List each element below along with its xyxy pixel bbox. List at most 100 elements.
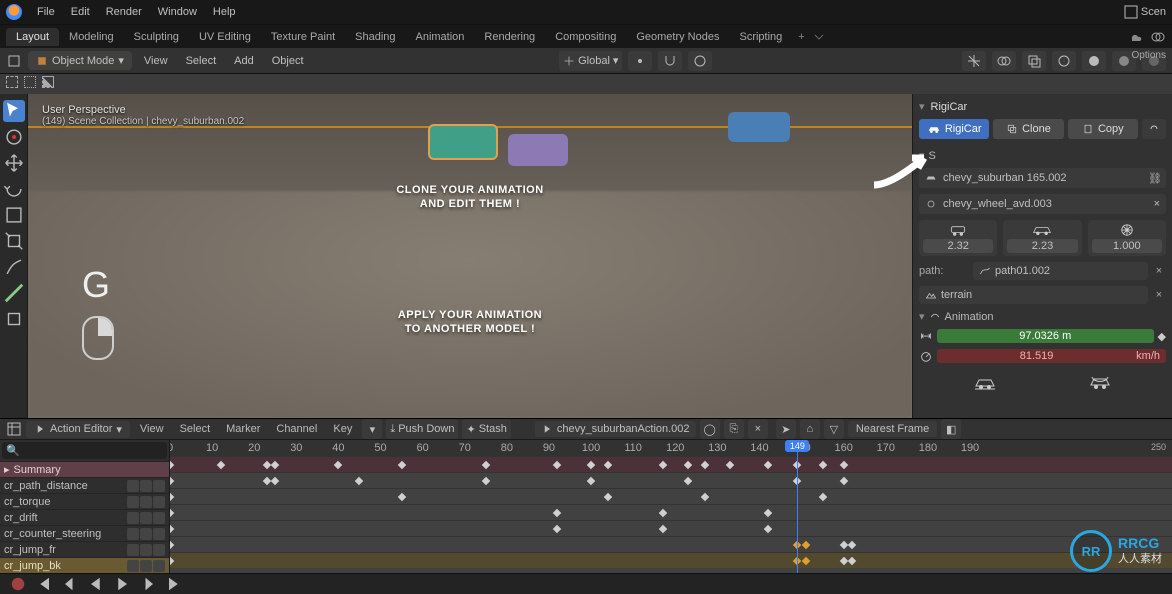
tool-measure[interactable] xyxy=(3,282,25,304)
header-menu-select[interactable]: Select xyxy=(180,53,223,69)
keyframe[interactable] xyxy=(587,460,595,468)
chain-icon[interactable]: ⛓ xyxy=(1148,172,1160,184)
tool-add-cube[interactable] xyxy=(3,308,25,330)
channel-torque[interactable]: cr_torque xyxy=(0,493,169,509)
channel-summary[interactable]: ▸Summary xyxy=(0,461,169,477)
tool-transform[interactable] xyxy=(3,230,25,252)
show-gizmo-button[interactable] xyxy=(962,51,986,71)
tab-geometry-nodes[interactable]: Geometry Nodes xyxy=(626,28,729,46)
keyframe[interactable] xyxy=(658,460,666,468)
distance-value[interactable]: 97.0326 m xyxy=(937,329,1154,343)
keyframe[interactable] xyxy=(802,556,810,564)
speed-bar[interactable]: 81.519 km/h xyxy=(937,349,1166,363)
keyframe[interactable] xyxy=(170,524,174,532)
track-row[interactable] xyxy=(170,536,1172,552)
channel-search[interactable]: 🔍 xyxy=(2,442,167,459)
tool-annotate[interactable] xyxy=(3,256,25,278)
auto-keying-button[interactable] xyxy=(8,574,28,594)
menu-help[interactable]: Help xyxy=(206,4,243,20)
snap-mode[interactable]: Nearest Frame xyxy=(848,421,937,437)
keyframe[interactable] xyxy=(170,556,174,564)
car-blue[interactable] xyxy=(728,112,790,142)
select-box-icon[interactable] xyxy=(24,76,36,88)
path-field[interactable]: path01.002 xyxy=(973,262,1148,280)
dope-menu-view[interactable]: View xyxy=(134,421,170,437)
new-action-button[interactable]: ⎘ xyxy=(724,419,744,439)
tab-uv-editing[interactable]: UV Editing xyxy=(189,28,261,46)
keyframe[interactable] xyxy=(700,492,708,500)
tool-scale[interactable] xyxy=(3,204,25,226)
terrain-field[interactable]: terrain xyxy=(919,286,1148,304)
keyframe[interactable] xyxy=(818,492,826,500)
only-selected-button[interactable]: ➤ xyxy=(776,419,796,439)
frame-ruler[interactable]: 0102030405060708090100110120130140150160… xyxy=(170,440,1172,456)
keyframe[interactable] xyxy=(848,556,856,564)
keyframe[interactable] xyxy=(839,460,847,468)
filter-funnel-button[interactable]: ▽ xyxy=(824,419,844,439)
channel-jump-fr[interactable]: cr_jump_fr xyxy=(0,541,169,557)
menu-window[interactable]: Window xyxy=(151,4,204,20)
unlink-action-button[interactable]: × xyxy=(748,419,768,439)
keyframe[interactable] xyxy=(587,476,595,484)
rigicar-main-button[interactable]: RigiCar xyxy=(919,119,989,139)
mode-selector[interactable]: Object Mode ▾ xyxy=(28,51,132,70)
cloud-icon[interactable] xyxy=(1128,29,1144,45)
editor-type-icon[interactable] xyxy=(6,53,22,69)
keyframe[interactable] xyxy=(839,476,847,484)
keyframe[interactable] xyxy=(604,492,612,500)
keyframe[interactable] xyxy=(397,492,405,500)
clear-terrain-button[interactable]: × xyxy=(1152,289,1166,301)
keyframe[interactable] xyxy=(764,508,772,516)
play-reverse-button[interactable] xyxy=(86,574,106,594)
keyframe[interactable] xyxy=(553,460,561,468)
keyframe-next-button[interactable] xyxy=(138,574,158,594)
keyframe[interactable] xyxy=(334,460,342,468)
mute-icon[interactable] xyxy=(153,480,165,492)
channel-counter-steering[interactable]: cr_counter_steering xyxy=(0,525,169,541)
tab-scripting[interactable]: Scripting xyxy=(729,28,792,46)
val-3[interactable]: 1.000 xyxy=(1092,239,1162,253)
car-selected[interactable] xyxy=(428,124,498,160)
scene-name[interactable]: Scen xyxy=(1141,6,1166,18)
snap-button[interactable] xyxy=(658,51,682,71)
tab-modeling[interactable]: Modeling xyxy=(59,28,124,46)
keyframe[interactable] xyxy=(553,508,561,516)
keyframe[interactable] xyxy=(764,460,772,468)
header-menu-view[interactable]: View xyxy=(138,53,174,69)
keyframe[interactable] xyxy=(726,460,734,468)
keyframe[interactable] xyxy=(170,540,174,548)
action-name-field[interactable]: chevy_suburbanAction.002 xyxy=(535,421,696,437)
dope-menu-channel[interactable]: Channel xyxy=(270,421,323,437)
keyframe[interactable] xyxy=(170,508,174,516)
track-row[interactable] xyxy=(170,552,1172,568)
keyframe[interactable] xyxy=(397,460,405,468)
keyframe[interactable] xyxy=(271,476,279,484)
car-suspension-icon[interactable] xyxy=(1088,373,1112,391)
jump-start-button[interactable] xyxy=(34,574,54,594)
keyframe[interactable] xyxy=(802,540,810,548)
tab-shading[interactable]: Shading xyxy=(345,28,405,46)
object-row-2[interactable]: chevy_wheel_avd.003 × xyxy=(919,194,1166,214)
track-row[interactable] xyxy=(170,488,1172,504)
pivot-button[interactable] xyxy=(628,51,652,71)
shading-solid[interactable] xyxy=(1082,51,1106,71)
jump-end-button[interactable] xyxy=(164,574,184,594)
keyframe[interactable] xyxy=(658,508,666,516)
options-link[interactable]: Options xyxy=(1132,50,1166,61)
play-button[interactable] xyxy=(112,574,132,594)
lock-icon[interactable] xyxy=(140,480,152,492)
val-2[interactable]: 2.23 xyxy=(1007,239,1077,253)
menu-render[interactable]: Render xyxy=(99,4,149,20)
menu-edit[interactable]: Edit xyxy=(64,4,97,20)
dope-filter-button[interactable]: ▾ xyxy=(362,419,382,439)
xray-button[interactable] xyxy=(1022,51,1046,71)
tool-cursor[interactable] xyxy=(3,126,25,148)
keyframe[interactable] xyxy=(700,460,708,468)
keyframe[interactable] xyxy=(355,476,363,484)
keyframe[interactable] xyxy=(482,476,490,484)
show-hidden-button[interactable]: ⌂ xyxy=(800,419,820,439)
clone-button[interactable]: Clone xyxy=(993,119,1063,139)
viewport-3d[interactable]: User Perspective (149) Scene Collection … xyxy=(28,94,912,418)
keyframe[interactable] xyxy=(482,460,490,468)
tab-animation[interactable]: Animation xyxy=(406,28,475,46)
